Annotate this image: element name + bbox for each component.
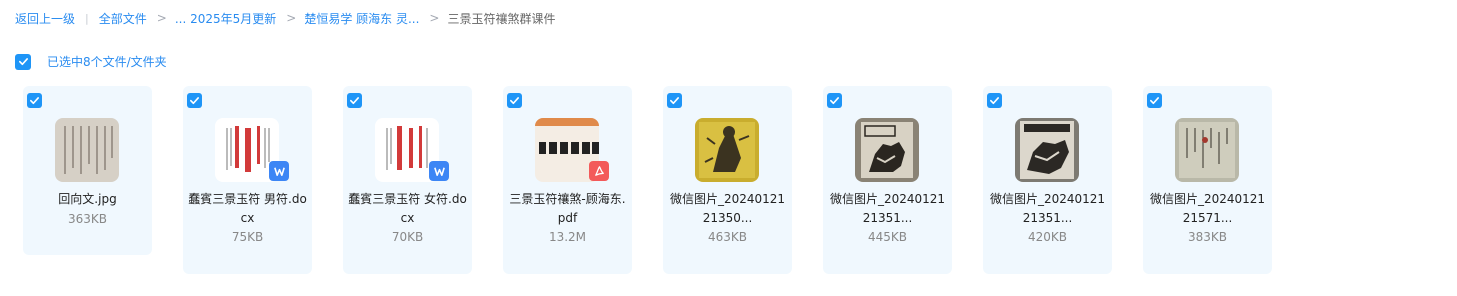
file-name: 微信图片_2024012121351... (829, 192, 946, 225)
checkmark-icon (190, 97, 199, 105)
file-size: 383KB (1187, 230, 1227, 244)
file-card[interactable]: 微信图片_2024012121351... 445KB (823, 86, 952, 274)
checkmark-icon (30, 97, 39, 105)
file-size: 420KB (1027, 230, 1067, 244)
file-checkbox[interactable] (187, 93, 202, 108)
file-size: 445KB (867, 230, 907, 244)
file-size: 75KB (231, 230, 264, 244)
file-name: 三景玉符禳煞-顾海东.pdf (509, 192, 626, 225)
file-name: 回向文.jpg (58, 192, 117, 206)
file-card[interactable]: 微信图片_2024012121350... 463KB (663, 86, 792, 274)
checkmark-icon (830, 97, 839, 105)
breadcrumb-current: 三景玉符禳煞群课件 (447, 11, 556, 26)
file-checkbox[interactable] (1147, 93, 1162, 108)
word-icon (429, 161, 449, 181)
file-checkbox[interactable] (667, 93, 682, 108)
image-thumbnail (695, 118, 759, 182)
breadcrumb-divider: | (85, 11, 89, 25)
pdf-icon (589, 161, 609, 181)
image-thumbnail (1175, 118, 1239, 182)
breadcrumb-item-2025-05[interactable]: ... 2025年5月更新 (175, 10, 276, 27)
file-checkbox[interactable] (827, 93, 842, 108)
file-card[interactable]: 三景玉符禳煞-顾海东.pdf 13.2M (503, 86, 632, 274)
file-size: 13.2M (548, 230, 587, 244)
breadcrumb: 返回上一级 | 全部文件 > ... 2025年5月更新 > 楚恒易学 顾海东 … (15, 10, 555, 26)
file-size: 463KB (707, 230, 747, 244)
checkmark-icon (350, 97, 359, 105)
file-size: 363KB (67, 212, 107, 226)
file-name: 微信图片_2024012121571... (1149, 192, 1266, 225)
checkmark-icon (1150, 97, 1159, 105)
file-card[interactable]: 蠢賓三景玉符 女符.docx 70KB (343, 86, 472, 274)
file-name: 蠢賓三景玉符 男符.docx (188, 192, 307, 225)
back-link[interactable]: 返回上一级 (15, 10, 75, 27)
chevron-right-icon: > (286, 11, 297, 25)
checkmark-icon (990, 97, 999, 105)
breadcrumb-item-folder[interactable]: 楚恒易学 顾海东 灵... (304, 10, 419, 27)
checkmark-icon (670, 97, 679, 105)
file-name: 微信图片_2024012121351... (989, 192, 1106, 225)
file-checkbox[interactable] (347, 93, 362, 108)
word-icon (269, 161, 289, 181)
file-checkbox[interactable] (987, 93, 1002, 108)
file-card[interactable]: 回向文.jpg 363KB (23, 86, 152, 255)
chevron-right-icon: > (429, 11, 440, 25)
image-thumbnail (855, 118, 919, 182)
file-size: 70KB (391, 230, 424, 244)
file-card[interactable]: 微信图片_2024012121351... 420KB (983, 86, 1112, 274)
select-all-checkbox[interactable] (15, 53, 31, 70)
chevron-right-icon: > (156, 11, 167, 25)
file-card[interactable]: 蠢賓三景玉符 男符.docx 75KB (183, 86, 312, 274)
file-name: 蠢賓三景玉符 女符.docx (348, 192, 467, 225)
selection-count: 已选中8个文件/文件夹 (47, 55, 167, 69)
selection-bar: 已选中8个文件/文件夹 (15, 53, 167, 70)
checkmark-icon (18, 58, 28, 66)
breadcrumb-item-all-files[interactable]: 全部文件 (99, 10, 147, 27)
file-checkbox[interactable] (507, 93, 522, 108)
image-thumbnail (55, 118, 119, 182)
file-card[interactable]: 微信图片_2024012121571... 383KB (1143, 86, 1272, 274)
file-checkbox[interactable] (27, 93, 42, 108)
file-name: 微信图片_2024012121350... (669, 192, 786, 225)
image-thumbnail (1015, 118, 1079, 182)
checkmark-icon (510, 97, 519, 105)
